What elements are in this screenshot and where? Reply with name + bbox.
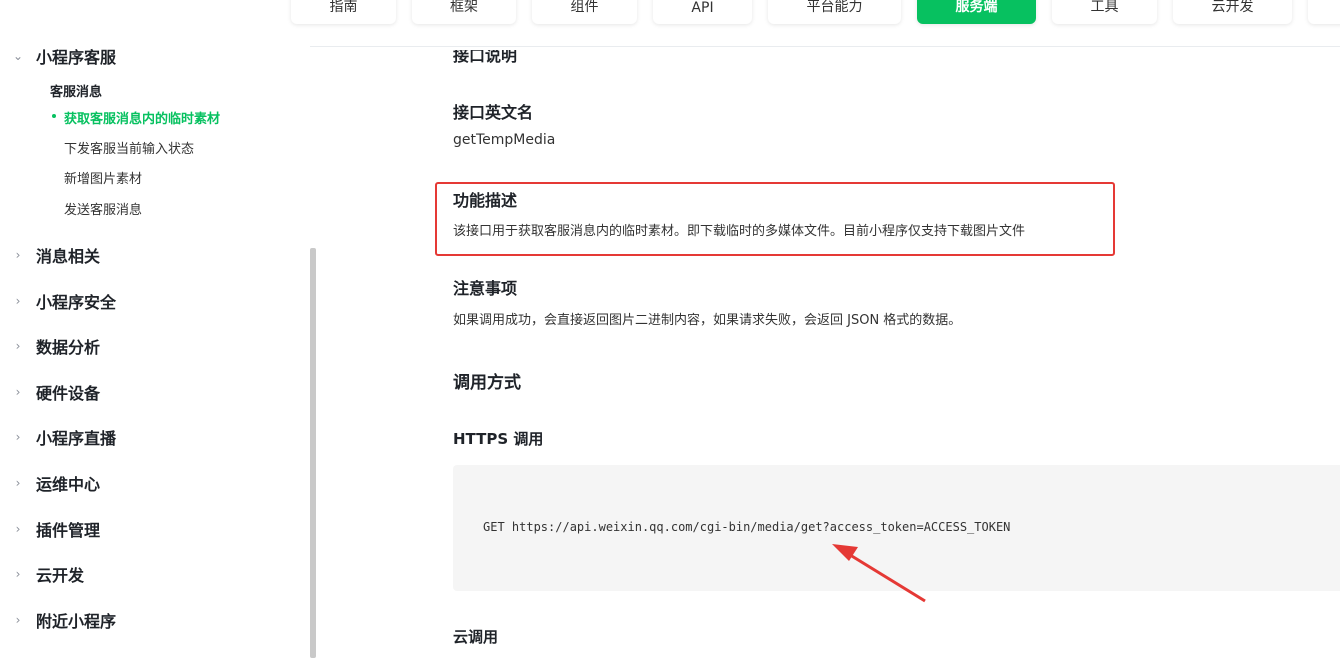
nav-server[interactable]: 服务端	[917, 0, 1036, 24]
nav-api[interactable]: API	[653, 0, 752, 24]
code-text: GET https://api.weixin.qq.com/cgi-bin/me…	[483, 520, 1011, 534]
sidebar-group-label: 数据分析	[36, 338, 101, 357]
chevron-right-icon: ›	[15, 613, 21, 627]
sidebar-group-live[interactable]: › 小程序直播	[0, 425, 116, 449]
sidebar-group-label: 硬件设备	[36, 384, 101, 403]
sidebar-group-analytics[interactable]: › 数据分析	[0, 334, 100, 358]
sidebar-group-security[interactable]: › 小程序安全	[0, 289, 116, 313]
chevron-right-icon: ›	[15, 294, 21, 308]
heading-cloud-call: 云调用	[453, 628, 499, 646]
sidebar-item-typing-status[interactable]: 下发客服当前输入状态	[64, 138, 194, 157]
chevron-right-icon: ›	[15, 248, 21, 262]
function-text: 该接口用于获取客服消息内的临时素材。即下载临时的多媒体文件。目前小程序仅支持下载…	[453, 224, 1026, 239]
sidebar-group-label: 小程序安全	[36, 293, 117, 312]
chevron-right-icon: ›	[15, 430, 21, 444]
sidebar-item-send-message[interactable]: 发送客服消息	[64, 199, 142, 218]
nav-more[interactable]	[1308, 0, 1340, 24]
sidebar-group-ops[interactable]: › 运维中心	[0, 471, 100, 495]
sidebar-group-plugin[interactable]: › 插件管理	[0, 517, 100, 541]
notice-text: 如果调用成功，会直接返回图片二进制内容，如果请求失败，会返回 JSON 格式的数…	[453, 313, 962, 328]
sidebar-group-cloud[interactable]: › 云开发	[0, 562, 84, 586]
sidebar-group-label: 小程序直播	[36, 429, 117, 448]
chevron-right-icon: ›	[15, 567, 21, 581]
sidebar-group-label: 消息相关	[36, 247, 101, 266]
nav-framework[interactable]: 框架	[412, 0, 516, 24]
nav-cloud[interactable]: 云开发	[1173, 0, 1292, 24]
sidebar-section-label: 小程序客服	[36, 48, 117, 67]
nav-platform[interactable]: 平台能力	[768, 0, 901, 24]
nav-component[interactable]: 组件	[532, 0, 637, 24]
heading-https: HTTPS 调用	[453, 430, 544, 448]
sidebar-item-upload-image[interactable]: 新增图片素材	[64, 168, 142, 187]
chevron-right-icon: ›	[15, 522, 21, 536]
chevron-right-icon: ›	[15, 476, 21, 490]
sidebar-group-nearby[interactable]: › 附近小程序	[0, 608, 116, 632]
sidebar-group-label: 插件管理	[36, 521, 101, 540]
heading-notice: 注意事项	[453, 279, 518, 298]
sidebar-group-hardware[interactable]: › 硬件设备	[0, 380, 100, 404]
api-name-value: getTempMedia	[453, 132, 556, 148]
active-dot-icon	[52, 114, 56, 118]
red-arrow-icon	[832, 544, 926, 603]
sidebar-group-message[interactable]: › 消息相关	[0, 243, 100, 267]
highlight-box	[435, 182, 1115, 256]
sidebar-subsection: 客服消息	[50, 85, 103, 100]
sidebar-group-label: 运维中心	[36, 475, 101, 494]
heading-function: 功能描述	[453, 191, 518, 210]
sidebar-group-label: 附近小程序	[36, 612, 117, 631]
nav-guide[interactable]: 指南	[291, 0, 396, 24]
sidebar-section-customer-service[interactable]: ⌄ 小程序客服	[0, 44, 116, 68]
sidebar-group-label: 云开发	[36, 566, 85, 585]
sidebar-item-get-temp-media[interactable]: 获取客服消息内的临时素材	[64, 108, 220, 127]
chevron-right-icon: ›	[15, 385, 21, 399]
heading-api-name: 接口英文名	[453, 103, 534, 122]
nav-tools[interactable]: 工具	[1052, 0, 1157, 24]
chevron-right-icon: ›	[15, 339, 21, 353]
sidebar-scrollbar[interactable]	[310, 248, 316, 658]
top-nav: 指南 框架 组件 API 平台能力 服务端 工具 云开发	[0, 0, 1340, 47]
chevron-down-icon: ⌄	[12, 49, 24, 63]
heading-call-method: 调用方式	[453, 373, 521, 393]
